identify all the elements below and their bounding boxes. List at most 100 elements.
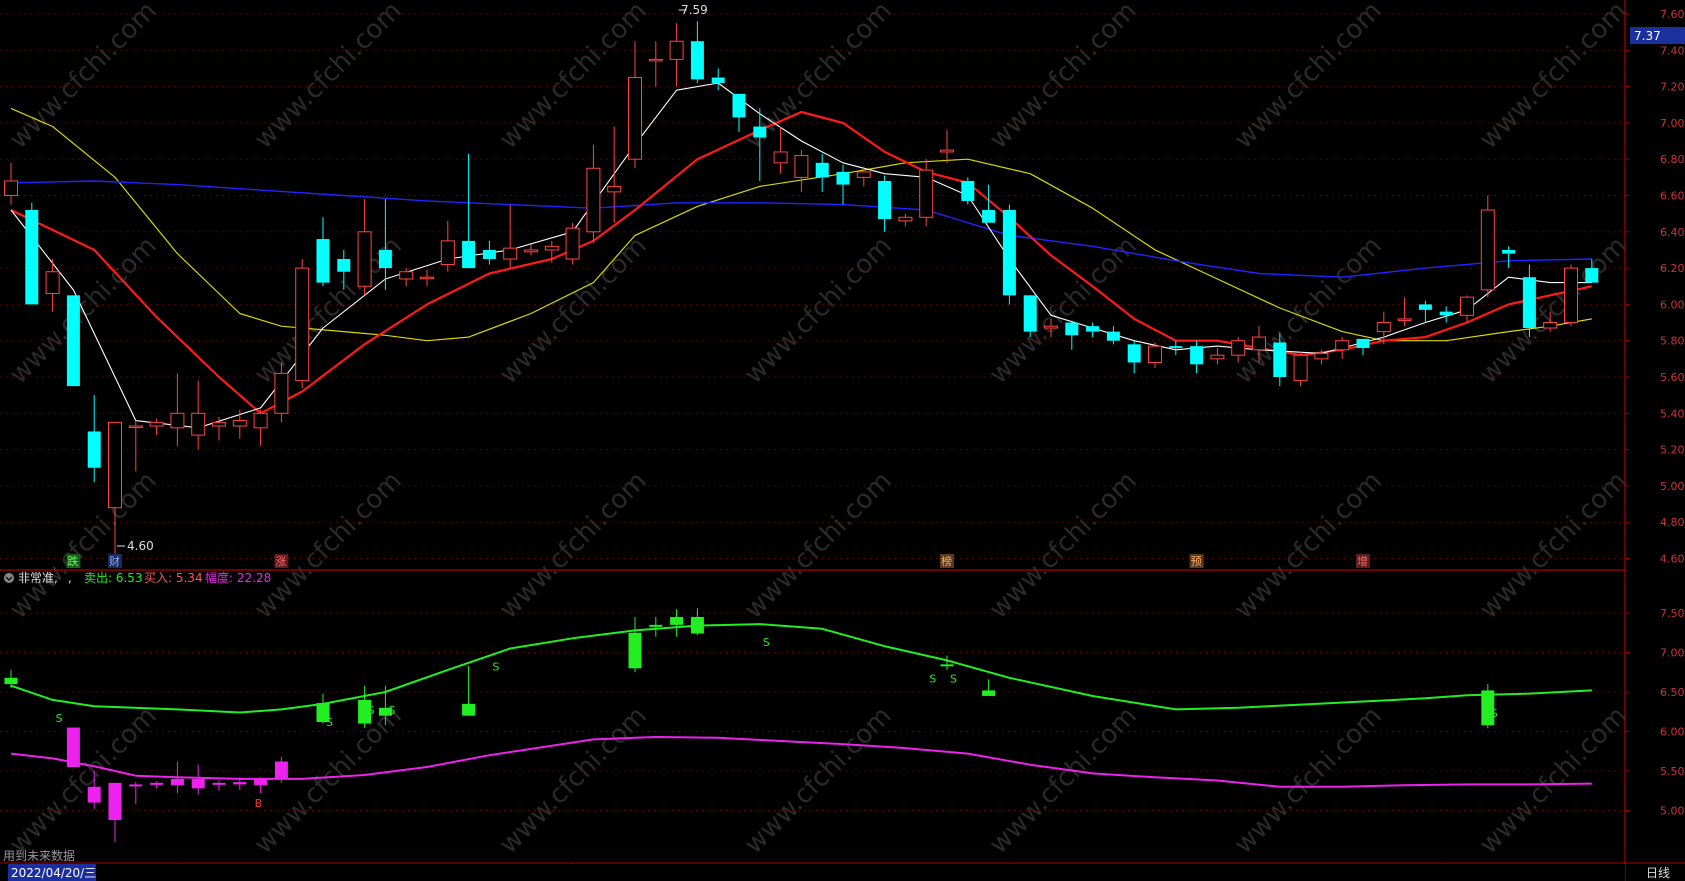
candle-body[interactable]: [149, 421, 164, 427]
candle-body[interactable]: [898, 216, 913, 222]
candle-body[interactable]: [1564, 267, 1578, 324]
candle-body[interactable]: [648, 58, 663, 62]
candle-body[interactable]: [628, 77, 642, 160]
indicator-lines: [10, 623, 1592, 788]
indicator-candle-body: [233, 782, 247, 785]
candle-body[interactable]: [961, 180, 975, 201]
candle-body[interactable]: [1335, 340, 1350, 351]
candle-body[interactable]: [1002, 210, 1016, 296]
candle-body[interactable]: [295, 267, 310, 382]
candle-body[interactable]: [1314, 352, 1329, 360]
candle-body[interactable]: [337, 259, 351, 272]
candle-body[interactable]: [212, 421, 226, 427]
candle-body[interactable]: [191, 412, 206, 436]
candle-body[interactable]: [128, 425, 143, 429]
candle-body[interactable]: [1543, 322, 1558, 329]
indicator-candle-body: [129, 784, 143, 787]
event-marker-label: 财: [109, 554, 120, 568]
candle-body[interactable]: [1522, 277, 1536, 328]
candle-body[interactable]: [1086, 326, 1100, 332]
candle-body[interactable]: [565, 227, 580, 260]
indicator-tick-label: 6.50: [1660, 686, 1685, 699]
candle-body[interactable]: [1585, 268, 1599, 283]
candle-body[interactable]: [815, 162, 829, 178]
indicator-candle-body: [274, 761, 288, 779]
candle-body[interactable]: [1148, 345, 1162, 363]
candle-body[interactable]: [399, 271, 414, 280]
candle-body[interactable]: [1127, 344, 1141, 363]
candle-body[interactable]: [586, 167, 601, 233]
candle-body[interactable]: [1169, 346, 1183, 348]
price-tick-label: 5.40: [1660, 407, 1685, 420]
sell-signal-label: S: [763, 636, 770, 649]
chart-canvas[interactable]: www.cfchi.com www.cfchi.com www.cfchi.com w…: [0, 0, 1685, 881]
indicator-candle-body: [940, 664, 954, 667]
candle-body[interactable]: [1106, 331, 1120, 341]
candle-body[interactable]: [982, 210, 996, 223]
sell-signal-label: S: [929, 672, 936, 685]
candle-body[interactable]: [690, 41, 704, 80]
high-price-label: 7.59: [681, 3, 708, 17]
candle-body[interactable]: [878, 180, 892, 220]
candle-body[interactable]: [66, 295, 80, 387]
candle-body[interactable]: [836, 171, 850, 185]
candle-body[interactable]: [420, 276, 434, 280]
candle-body[interactable]: [462, 240, 476, 269]
candle-body[interactable]: [1502, 249, 1516, 254]
candle-body[interactable]: [919, 169, 934, 218]
sell-signal-label: S: [1491, 707, 1498, 720]
candle-body[interactable]: [1376, 322, 1391, 333]
indicator-candle-body: [982, 690, 996, 696]
candle-body[interactable]: [45, 271, 60, 295]
candle-body[interactable]: [1356, 338, 1370, 348]
candle-body[interactable]: [1439, 311, 1453, 316]
candle-body[interactable]: [108, 421, 122, 509]
candle-body[interactable]: [856, 171, 871, 178]
candle-body[interactable]: [711, 77, 725, 83]
candle-body[interactable]: [4, 180, 18, 196]
price-tick-label: 6.20: [1660, 262, 1685, 275]
candle-body[interactable]: [732, 93, 746, 118]
candle-body[interactable]: [1293, 354, 1308, 382]
candle-body[interactable]: [1210, 354, 1225, 360]
candle-body[interactable]: [607, 185, 622, 193]
candle-body[interactable]: [1231, 340, 1246, 356]
candle-body[interactable]: [87, 431, 101, 468]
candle-body[interactable]: [440, 240, 455, 265]
candle-body[interactable]: [378, 249, 392, 269]
candle-body[interactable]: [482, 249, 496, 260]
candle-body[interactable]: [316, 239, 330, 283]
candle-body[interactable]: [1397, 318, 1412, 321]
candle-body[interactable]: [524, 249, 538, 253]
candle-body[interactable]: [232, 420, 247, 427]
event-markers[interactable]: 跌财涨榜预增: [66, 554, 1370, 568]
candle-body[interactable]: [170, 412, 185, 429]
candle-body[interactable]: [773, 151, 788, 164]
candle-body[interactable]: [940, 149, 954, 153]
price-tick-label: 7.00: [1660, 117, 1685, 130]
indicator-collapse-icon[interactable]: [4, 573, 14, 583]
candle-body[interactable]: [1460, 296, 1474, 316]
candle-body[interactable]: [1023, 295, 1037, 332]
price-tick-label: 6.80: [1660, 153, 1685, 166]
period-label[interactable]: 日线: [1646, 866, 1670, 880]
candle-body[interactable]: [25, 210, 39, 305]
candle-body[interactable]: [1418, 304, 1432, 310]
candle-body[interactable]: [753, 126, 767, 138]
watermark-text: www.cfchi.com: [984, 466, 1143, 625]
candle-body[interactable]: [253, 412, 268, 429]
price-tick-label: 7.40: [1660, 44, 1685, 57]
candle-body[interactable]: [1252, 336, 1266, 351]
candle-body[interactable]: [1190, 346, 1204, 365]
candle-body[interactable]: [1065, 322, 1079, 336]
candle-body[interactable]: [669, 40, 684, 60]
candle-body[interactable]: [274, 372, 289, 414]
candle-body[interactable]: [1273, 342, 1287, 377]
indicator-candle-body: [462, 703, 476, 716]
candle-body[interactable]: [1044, 325, 1058, 329]
candle-body[interactable]: [544, 245, 559, 251]
candle-body[interactable]: [1480, 209, 1495, 291]
candle-body[interactable]: [357, 231, 372, 287]
candle-body[interactable]: [503, 247, 518, 260]
candle-body[interactable]: [794, 155, 809, 178]
